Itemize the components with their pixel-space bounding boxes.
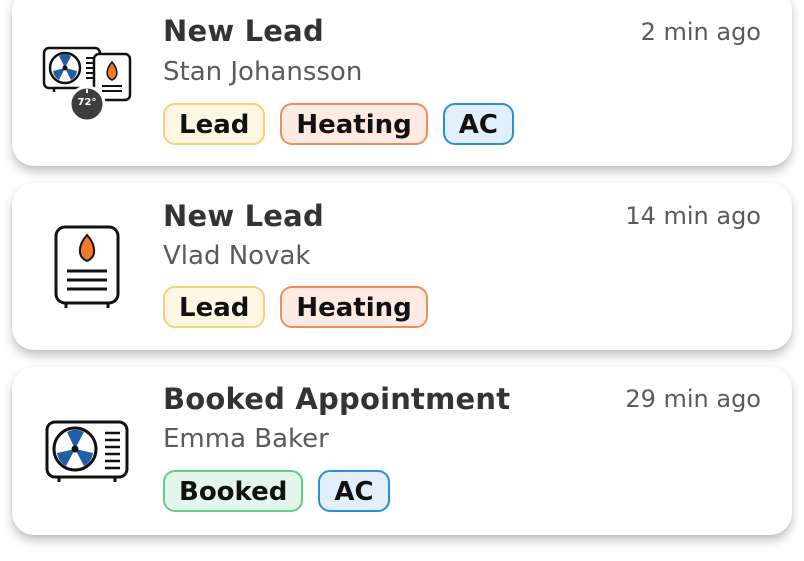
notification-title: New Lead [163, 14, 324, 48]
notification-title: Booked Appointment [163, 382, 511, 416]
tag-booked-badge: Booked [163, 470, 304, 512]
ac-unit-icon [45, 419, 131, 485]
notification-title: New Lead [163, 199, 324, 233]
thermostat-reading: 72° [77, 97, 97, 108]
contact-name: Vlad Novak [163, 241, 311, 271]
notification-card[interactable]: New Lead Vlad Novak 14 min ago Lead Heati… [12, 183, 792, 350]
tag-ac-badge: AC [318, 470, 390, 512]
contact-name: Stan Johansson [163, 57, 363, 87]
tag-ac-badge: AC [442, 103, 514, 145]
notification-card[interactable]: 72° New Lead Stan Johansson 2 min ago Le… [12, 0, 792, 166]
tag-list: Lead Heating AC [163, 103, 514, 145]
notification-card[interactable]: Booked Appointment Emma Baker 29 min ago… [12, 367, 792, 535]
water-heater-icon [52, 225, 122, 309]
tag-lead-badge: Lead [163, 103, 266, 145]
tag-heating-badge: Heating [280, 103, 428, 145]
tag-list: Lead Heating [163, 286, 428, 328]
contact-name: Emma Baker [163, 424, 329, 454]
tag-list: Booked AC [163, 470, 390, 512]
ac-heater-thermostat-icon: 72° [42, 44, 134, 124]
tag-lead-badge: Lead [163, 286, 266, 328]
timestamp: 29 min ago [625, 385, 761, 413]
timestamp: 2 min ago [640, 18, 761, 46]
tag-heating-badge: Heating [280, 286, 428, 328]
timestamp: 14 min ago [625, 202, 761, 230]
